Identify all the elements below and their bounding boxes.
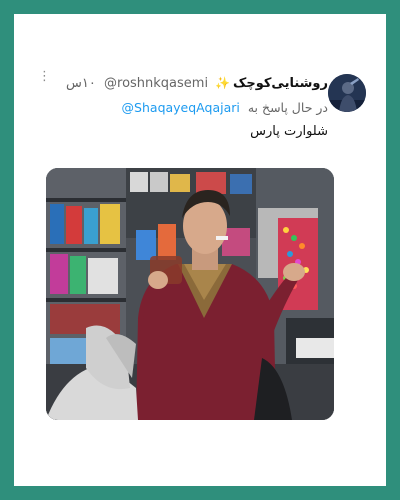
more-options-icon[interactable]: ⋮: [38, 70, 51, 83]
tweet-text: شلوارت پارس: [250, 124, 328, 139]
timestamp: ۱۰س: [66, 76, 96, 91]
avatar[interactable]: [328, 74, 366, 112]
tweet-media-image[interactable]: [46, 168, 334, 420]
media-photo: [46, 168, 334, 420]
reply-mention-link[interactable]: @ShaqayeqAqajari: [122, 100, 240, 115]
tweet-card: ⋮ روشنایی‌کوچک✨ @roshnkqasemi ۱۰س در حال …: [14, 14, 386, 486]
tweet-header: روشنایی‌کوچک✨ @roshnkqasemi ۱۰س: [66, 76, 328, 91]
sparkle-icon: ✨: [215, 76, 231, 90]
reply-context: در حال پاسخ به @ShaqayeqAqajari: [122, 100, 328, 115]
reply-prefix: در حال پاسخ به: [247, 100, 328, 115]
display-name[interactable]: روشنایی‌کوچک: [233, 76, 328, 91]
avatar-image: [328, 74, 366, 112]
handle[interactable]: @roshnkqasemi: [104, 76, 208, 91]
username[interactable]: @roshnkqasemi: [104, 76, 208, 91]
